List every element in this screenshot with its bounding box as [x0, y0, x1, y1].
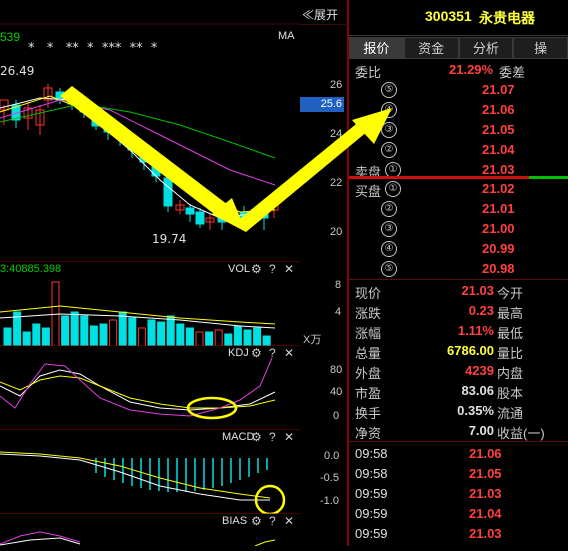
up-arrow-body [236, 116, 374, 232]
down-arrow-body [60, 86, 232, 220]
arrow-annotation [60, 86, 392, 232]
